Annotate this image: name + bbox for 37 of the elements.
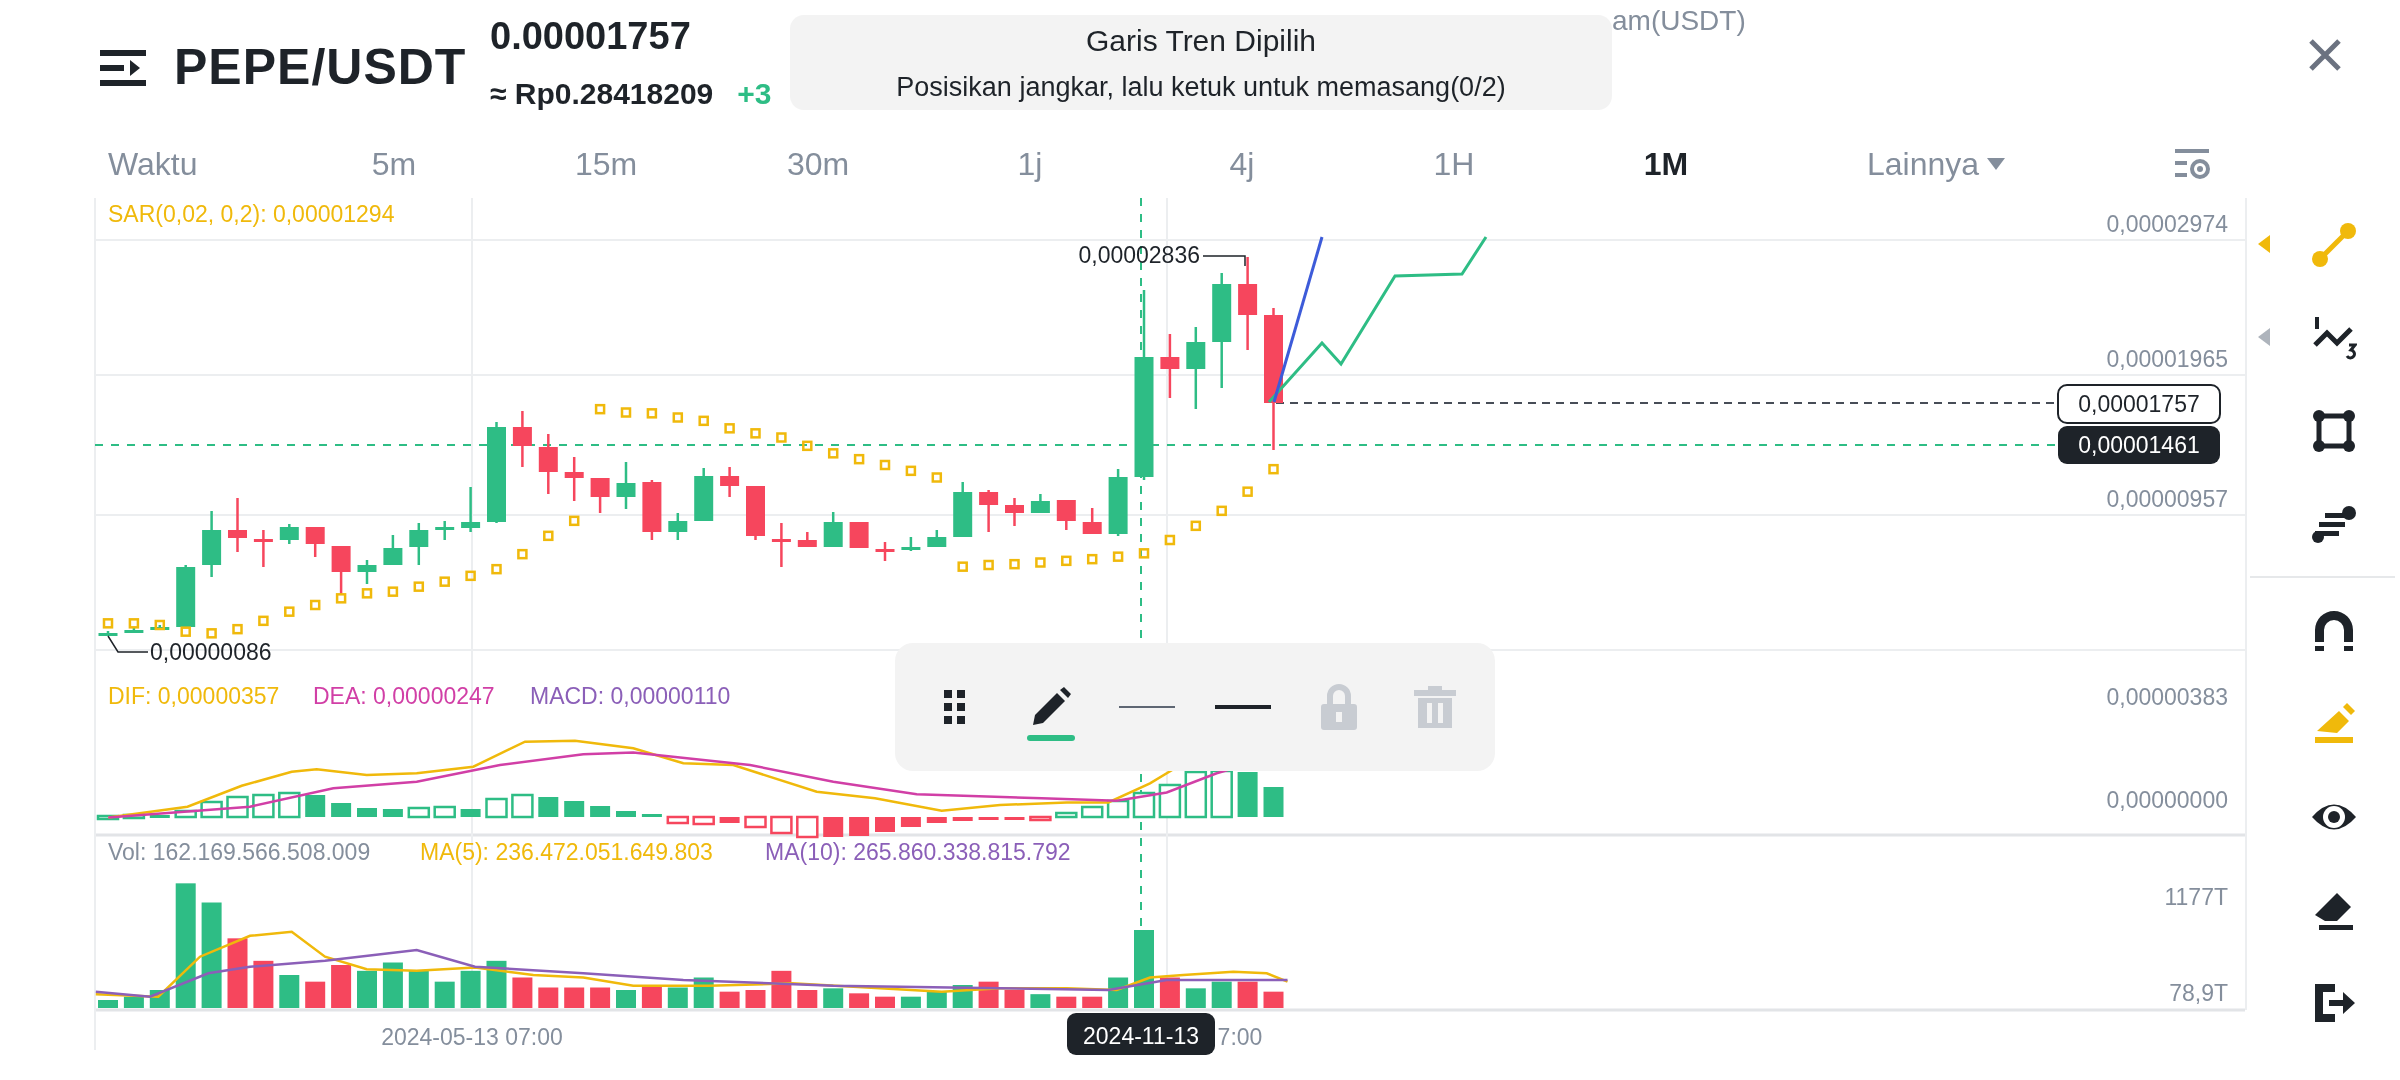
toast-title: Garis Tren Dipilih [1085,22,1317,59]
interval-tab[interactable]: 1j [1017,140,1043,188]
indicator-label: SAR(0,02, 0,2): 0,00001294 [108,201,395,227]
interval-tab[interactable]: 15m [574,140,638,188]
interval-tab[interactable]: Waktu [108,140,198,188]
stat-label: am(USDT) [1612,4,1746,36]
interval-tab[interactable]: 1M [1643,140,1689,188]
ma10-label: MA(10): 265.860.338.815.792 [765,839,1071,865]
axis-label: 0,00000957 [2106,486,2228,512]
interval-tab[interactable]: 1H [1433,140,1475,188]
low-price-label: 0,00000086 [150,639,272,665]
dif-label: DIF: 0,00000357 [108,683,280,709]
axis-label: 78,9T [2169,980,2228,1006]
ma5-label: MA(5): 236.472.051.649.803 [420,839,713,865]
last-price: 0.00001757 [490,14,691,59]
interval-tab[interactable]: 5m [371,140,417,188]
axis-label: 0,00001965 [2106,346,2228,372]
crosshair-price-tag: 0,00001461 [2058,426,2220,464]
axis-label: 0,00002974 [2106,211,2228,237]
more-dropdown[interactable]: Lainnya [1866,140,2006,188]
date-label: 2024-05-13 07:00 [381,1024,563,1050]
interval-tab[interactable]: 4j [1229,140,1255,188]
price-change: +3 [737,76,772,112]
pair-title: PEPE/USDT [174,38,467,97]
volume-label: Vol: 162.169.566.508.009 [108,839,371,865]
interval-tab[interactable]: 30m [786,140,850,188]
dea-label: DEA: 0,00000247 [313,683,495,709]
high-price-label: 0,00002836 [1078,242,1200,268]
last-price-tag: 0,00001757 [2057,384,2221,424]
axis-label: 1177T [2164,884,2228,910]
toast-message: Posisikan jangkar, lalu ketuk untuk memasang(0/2) [896,70,1506,104]
date-label: 7:00 [1217,1024,1263,1050]
fiat-price: ≈ Rp0.28418209 [490,76,714,112]
axis-label: 0,00000383 [2106,684,2228,710]
axis-label: 0,00000000 [2106,787,2228,813]
macd-label: MACD: 0,00000110 [530,683,731,709]
date-tag: 2024-11-13 [1067,1013,1215,1055]
